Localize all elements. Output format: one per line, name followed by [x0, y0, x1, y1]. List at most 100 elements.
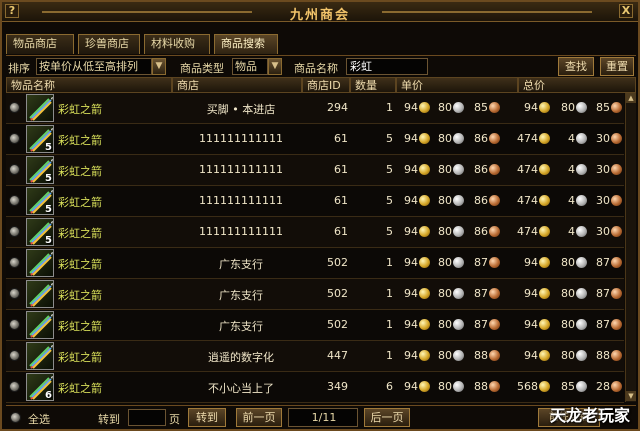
tab-pet-shop[interactable]: 珍兽商店: [78, 34, 140, 54]
price-value: 85: [596, 101, 610, 114]
rainbow-arrow-icon[interactable]: 5: [26, 125, 54, 153]
row-select-radio[interactable]: [9, 350, 20, 361]
shop-name: 111111111111: [199, 132, 283, 145]
rainbow-arrow-icon[interactable]: [26, 342, 54, 370]
stack-count-badge: 5: [45, 204, 52, 215]
sort-dropdown-icon[interactable]: ▼: [152, 58, 166, 75]
rainbow-arrow-icon[interactable]: [26, 94, 54, 122]
copper-coin-icon: [489, 257, 500, 268]
rainbow-arrow-icon[interactable]: [26, 280, 54, 308]
table-row[interactable]: 5 彩虹之箭 111111111111 61 5 94 80 86 474 4 30: [6, 186, 624, 217]
next-page-button[interactable]: 后一页: [364, 408, 410, 427]
price-value: 80: [561, 318, 575, 331]
select-all-label[interactable]: 全选: [28, 411, 50, 427]
row-select-radio[interactable]: [9, 319, 20, 330]
close-button[interactable]: X: [619, 4, 633, 18]
price-value: 94: [404, 256, 418, 269]
price-value: 86: [474, 225, 488, 238]
shop-name: 广东支行: [219, 289, 263, 302]
item-name: 彩虹之箭: [58, 227, 102, 240]
row-select-radio[interactable]: [9, 226, 20, 237]
row-select-radio[interactable]: [9, 288, 20, 299]
shop-id: 447: [327, 349, 348, 362]
table-row[interactable]: 彩虹之箭 逍遥的数字化 447 1 94 80 88 94 80 88: [6, 341, 624, 372]
scroll-down-icon[interactable]: ▼: [626, 391, 636, 401]
price-value: 30: [596, 225, 610, 238]
rainbow-arrow-icon[interactable]: 6: [26, 373, 54, 401]
column-item-name[interactable]: 物品名称: [6, 77, 172, 93]
price-value: 80: [438, 318, 452, 331]
table-row[interactable]: 彩虹之箭 广东支行 502 1 94 80 87 94 80 87: [6, 279, 624, 310]
price-value: 88: [474, 349, 488, 362]
sort-select[interactable]: 按单价从低至高排列: [36, 58, 152, 75]
row-select-radio[interactable]: [9, 195, 20, 206]
scrollbar[interactable]: ▲ ▼: [625, 93, 636, 402]
type-dropdown-icon[interactable]: ▼: [268, 58, 282, 75]
prev-page-button[interactable]: 前一页: [236, 408, 282, 427]
price-value: 80: [438, 132, 452, 145]
column-shop-id[interactable]: 商店ID: [302, 77, 350, 93]
price-value: 85: [561, 380, 575, 393]
table-row[interactable]: 彩虹之箭 买脚 • 本进店 294 1 94 80 85 94 80 85: [6, 93, 624, 124]
price-value: 4: [568, 163, 575, 176]
copper-coin-icon: [489, 102, 500, 113]
type-select[interactable]: 物品: [232, 58, 268, 75]
rainbow-arrow-icon[interactable]: 5: [26, 156, 54, 184]
column-total-price[interactable]: 总价: [518, 77, 636, 93]
rainbow-arrow-icon[interactable]: 5: [26, 218, 54, 246]
table-row[interactable]: 6 彩虹之箭 不小心当上了 349 6 94 80 88 568 85 28: [6, 372, 624, 403]
item-name: 彩虹之箭: [58, 258, 102, 271]
row-select-radio[interactable]: [9, 257, 20, 268]
rainbow-arrow-icon[interactable]: [26, 311, 54, 339]
row-select-radio[interactable]: [9, 102, 20, 113]
price-value: 87: [474, 256, 488, 269]
price-value: 94: [404, 101, 418, 114]
price-value: 568: [517, 380, 538, 393]
price-value: 94: [404, 194, 418, 207]
price-value: 88: [474, 380, 488, 393]
price-value: 80: [438, 101, 452, 114]
stack-count-badge: 5: [45, 173, 52, 184]
goto-label: 转到: [98, 413, 120, 426]
column-unit-price[interactable]: 单价: [396, 77, 518, 93]
tab-product-search[interactable]: 商品搜索: [214, 34, 278, 54]
row-select-radio[interactable]: [9, 164, 20, 175]
table-row[interactable]: 彩虹之箭 广东支行 502 1 94 80 87 94 80 87: [6, 248, 624, 279]
tab-material-buy[interactable]: 材料收购: [144, 34, 210, 54]
price-value: 87: [474, 318, 488, 331]
copper-coin-icon: [611, 288, 622, 299]
select-all-radio[interactable]: [10, 412, 21, 423]
rainbow-arrow-icon[interactable]: 5: [26, 187, 54, 215]
item-name: 彩虹之箭: [58, 289, 102, 302]
row-select-radio[interactable]: [9, 381, 20, 392]
row-select-radio[interactable]: [9, 133, 20, 144]
table-row[interactable]: 彩虹之箭 广东支行 502 1 94 80 87 94 80 87: [6, 310, 624, 341]
table-header: 物品名称 商店 商店ID 数量 单价 总价: [6, 77, 636, 93]
price-value: 94: [524, 101, 538, 114]
title-bar[interactable]: ? 九州商会 X: [2, 2, 638, 23]
search-button[interactable]: 查找: [558, 57, 594, 76]
price-value: 80: [438, 287, 452, 300]
shop-id: 61: [334, 194, 348, 207]
reset-button[interactable]: 重置: [600, 57, 634, 76]
table-row[interactable]: 5 彩虹之箭 111111111111 61 5 94 80 86 474 4 30: [6, 124, 624, 155]
table-row[interactable]: 5 彩虹之箭 111111111111 61 5 94 80 86 474 4 30: [6, 155, 624, 186]
shop-id: 502: [327, 318, 348, 331]
column-shop[interactable]: 商店: [172, 77, 302, 93]
goto-button[interactable]: 转到: [188, 408, 226, 427]
page-unit-label: 页: [169, 413, 180, 426]
price-value: 94: [404, 163, 418, 176]
copper-coin-icon: [489, 133, 500, 144]
page-number-input[interactable]: [128, 409, 166, 426]
scroll-up-icon[interactable]: ▲: [626, 93, 636, 103]
rainbow-arrow-icon[interactable]: [26, 249, 54, 277]
tab-item-shop[interactable]: 物品商店: [6, 34, 74, 54]
price-value: 80: [561, 287, 575, 300]
table-row[interactable]: 5 彩虹之箭 111111111111 61 5 94 80 86 474 4 30: [6, 217, 624, 248]
price-value: 474: [517, 163, 538, 176]
price-value: 4: [568, 194, 575, 207]
price-value: 85: [474, 101, 488, 114]
product-name-input[interactable]: 彩虹: [346, 58, 428, 75]
column-count[interactable]: 数量: [350, 77, 396, 93]
price-value: 94: [404, 132, 418, 145]
